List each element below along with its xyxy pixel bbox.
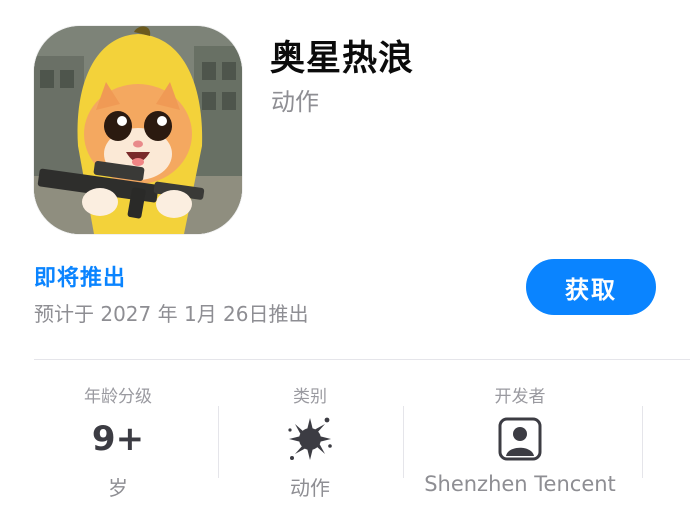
developer-header: 开发者 bbox=[494, 387, 546, 407]
developer-info[interactable]: 开发者 Shenzhen Tencent bbox=[402, 382, 638, 496]
category-header: 类别 bbox=[293, 387, 327, 407]
column-separator bbox=[642, 406, 643, 478]
person-square-icon bbox=[498, 417, 542, 461]
age-rating-value: 9+ bbox=[91, 419, 145, 459]
category-value: 动作 bbox=[290, 476, 330, 500]
app-icon bbox=[34, 26, 242, 234]
divider bbox=[34, 359, 690, 360]
action-splash-icon bbox=[288, 417, 332, 460]
developer-name: Shenzhen Tencent bbox=[424, 472, 616, 496]
get-button[interactable]: 获取 bbox=[526, 259, 656, 315]
app-name: 奥星热浪 bbox=[270, 39, 415, 79]
age-rating-unit: 岁 bbox=[108, 476, 128, 500]
app-genre[interactable]: 动作 bbox=[271, 82, 319, 117]
age-rating-header: 年龄分级 bbox=[84, 387, 152, 407]
category-info[interactable]: 类别 动作 bbox=[218, 382, 402, 501]
release-date: 预计于 2027 年 1月 26日推出 bbox=[34, 302, 309, 326]
age-rating-info[interactable]: 年龄分级 9+ 岁 bbox=[26, 382, 210, 501]
coming-soon-label: 即将推出 bbox=[34, 266, 127, 291]
banana-cat-with-gun-icon bbox=[34, 26, 242, 234]
